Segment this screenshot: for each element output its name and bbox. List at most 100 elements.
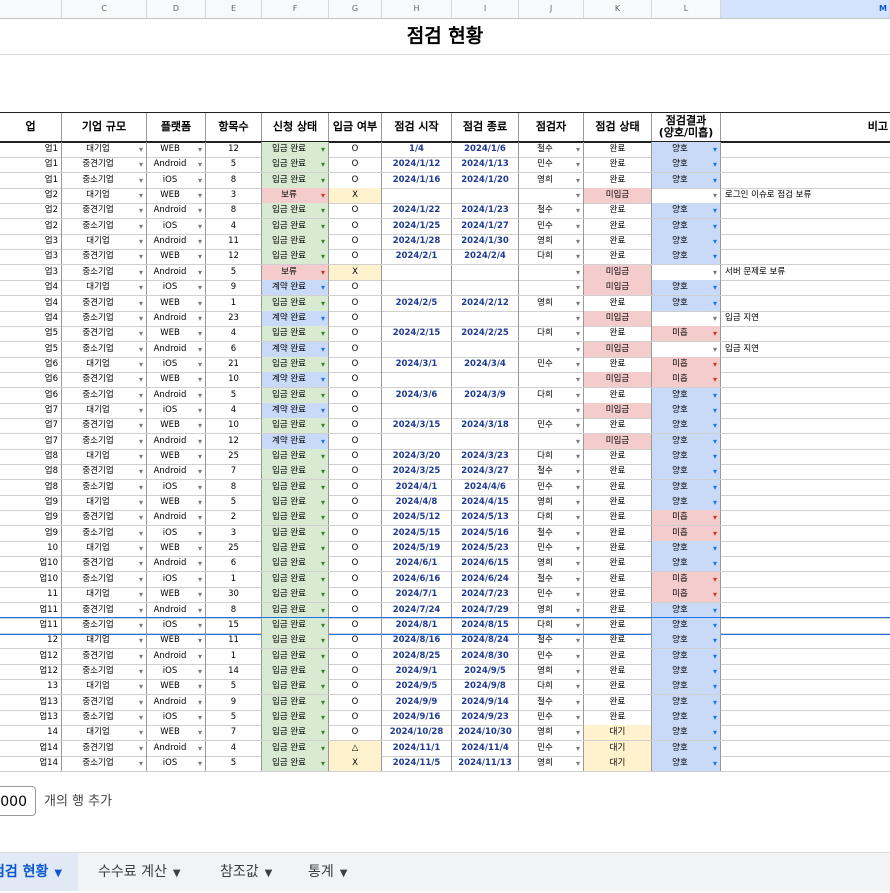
end-date-cell[interactable]: 2024/9/14 [452, 694, 519, 710]
insp-status-cell[interactable]: 대기 [584, 725, 652, 741]
insp-status-cell[interactable]: 미입금 [584, 264, 652, 280]
platform-cell[interactable]: WEB [147, 495, 206, 511]
end-date-cell[interactable]: 2024/2/4 [452, 249, 519, 265]
inspector-cell[interactable]: 영희 [519, 172, 584, 188]
result-cell[interactable]: 양호 [652, 249, 721, 265]
size-cell[interactable]: 중소기업 [62, 310, 147, 326]
note-cell[interactable] [721, 603, 890, 618]
inspector-cell[interactable] [519, 188, 584, 203]
note-cell[interactable] [721, 495, 890, 510]
header-deposit[interactable]: 입금 여부 [329, 113, 382, 141]
start-date-cell[interactable]: 2024/1/22 [382, 203, 452, 219]
inspector-cell[interactable] [519, 372, 584, 388]
result-cell[interactable] [652, 188, 721, 203]
column-letter-g[interactable]: G [329, 0, 382, 18]
end-date-cell[interactable]: 2024/10/30 [452, 725, 519, 741]
size-cell[interactable]: 중소기업 [62, 387, 147, 403]
end-date-cell[interactable]: 2024/3/23 [452, 449, 519, 464]
insp-status-cell[interactable]: 완료 [584, 157, 652, 173]
note-cell[interactable] [721, 556, 890, 571]
note-cell[interactable] [721, 449, 890, 464]
size-cell[interactable]: 중견기업 [62, 464, 147, 480]
platform-cell[interactable]: Android [147, 341, 206, 357]
items-cell[interactable]: 12 [206, 249, 262, 265]
inspector-cell[interactable] [519, 433, 584, 449]
note-cell[interactable] [721, 695, 890, 710]
items-cell[interactable]: 10 [206, 372, 262, 388]
platform-cell[interactable]: iOS [147, 280, 206, 296]
size-cell[interactable]: 대기업 [62, 142, 147, 157]
deposit-cell[interactable]: X [329, 264, 382, 280]
deposit-cell[interactable]: O [329, 587, 382, 603]
start-date-cell[interactable]: 2024/2/15 [382, 326, 452, 342]
note-cell[interactable]: 서버 문제로 보류 [721, 265, 890, 280]
platform-cell[interactable]: Android [147, 433, 206, 449]
result-cell[interactable]: 양호 [652, 679, 721, 695]
note-cell[interactable]: 입금 지연 [721, 342, 890, 357]
size-cell[interactable]: 중소기업 [62, 571, 147, 587]
size-cell[interactable]: 중견기업 [62, 648, 147, 664]
deposit-cell[interactable]: O [329, 679, 382, 695]
platform-cell[interactable]: Android [147, 648, 206, 664]
note-cell[interactable] [721, 633, 890, 648]
company-cell[interactable]: 업6 [0, 356, 62, 372]
platform-cell[interactable]: iOS [147, 663, 206, 679]
company-cell[interactable]: 업4 [0, 310, 62, 326]
inspector-cell[interactable]: 철수 [519, 525, 584, 541]
note-cell[interactable] [721, 357, 890, 372]
result-cell[interactable]: 양호 [652, 663, 721, 679]
app-status-cell[interactable]: 입금 완료 [262, 479, 329, 495]
app-status-cell[interactable]: 입금 완료 [262, 571, 329, 587]
size-cell[interactable]: 중견기업 [62, 295, 147, 311]
app-status-cell[interactable]: 입금 완료 [262, 725, 329, 741]
items-cell[interactable]: 11 [206, 633, 262, 649]
note-cell[interactable] [721, 756, 890, 771]
note-cell[interactable] [721, 418, 890, 433]
start-date-cell[interactable]: 2024/6/16 [382, 571, 452, 587]
result-cell[interactable]: 양호 [652, 648, 721, 664]
start-date-cell[interactable]: 2024/5/15 [382, 525, 452, 541]
items-cell[interactable]: 5 [206, 157, 262, 173]
end-date-cell[interactable] [452, 280, 519, 296]
items-cell[interactable]: 5 [206, 387, 262, 403]
size-cell[interactable]: 중견기업 [62, 326, 147, 342]
end-date-cell[interactable]: 2024/3/9 [452, 387, 519, 403]
start-date-cell[interactable]: 2024/9/9 [382, 694, 452, 710]
platform-cell[interactable]: Android [147, 234, 206, 250]
note-cell[interactable] [721, 480, 890, 495]
platform-cell[interactable]: WEB [147, 633, 206, 649]
platform-cell[interactable]: WEB [147, 142, 206, 157]
inspector-cell[interactable]: 다희 [519, 387, 584, 403]
deposit-cell[interactable]: O [329, 157, 382, 173]
deposit-cell[interactable]: O [329, 142, 382, 157]
start-date-cell[interactable]: 2024/6/1 [382, 556, 452, 572]
items-cell[interactable]: 1 [206, 295, 262, 311]
platform-cell[interactable]: Android [147, 157, 206, 173]
items-cell[interactable]: 4 [206, 402, 262, 418]
chevron-down-icon[interactable]: ▼ [54, 868, 62, 879]
items-cell[interactable]: 3 [206, 188, 262, 203]
deposit-cell[interactable]: O [329, 326, 382, 342]
insp-status-cell[interactable]: 완료 [584, 541, 652, 557]
note-cell[interactable] [721, 326, 890, 341]
company-cell[interactable]: 업12 [0, 648, 62, 664]
insp-status-cell[interactable]: 완료 [584, 295, 652, 311]
note-cell[interactable] [721, 173, 890, 188]
size-cell[interactable]: 대기업 [62, 188, 147, 203]
size-cell[interactable]: 대기업 [62, 234, 147, 250]
insp-status-cell[interactable]: 완료 [584, 326, 652, 342]
start-date-cell[interactable]: 2024/9/16 [382, 709, 452, 725]
deposit-cell[interactable]: O [329, 617, 382, 633]
result-cell[interactable]: 양호 [652, 556, 721, 572]
platform-cell[interactable]: Android [147, 264, 206, 280]
items-cell[interactable]: 30 [206, 587, 262, 603]
result-cell[interactable]: 양호 [652, 464, 721, 480]
deposit-cell[interactable]: △ [329, 740, 382, 756]
result-cell[interactable] [652, 264, 721, 280]
insp-status-cell[interactable]: 완료 [584, 172, 652, 188]
company-cell[interactable]: 업5 [0, 326, 62, 342]
platform-cell[interactable]: WEB [147, 449, 206, 464]
items-cell[interactable]: 5 [206, 756, 262, 771]
insp-status-cell[interactable]: 완료 [584, 418, 652, 434]
insp-status-cell[interactable]: 완료 [584, 510, 652, 526]
